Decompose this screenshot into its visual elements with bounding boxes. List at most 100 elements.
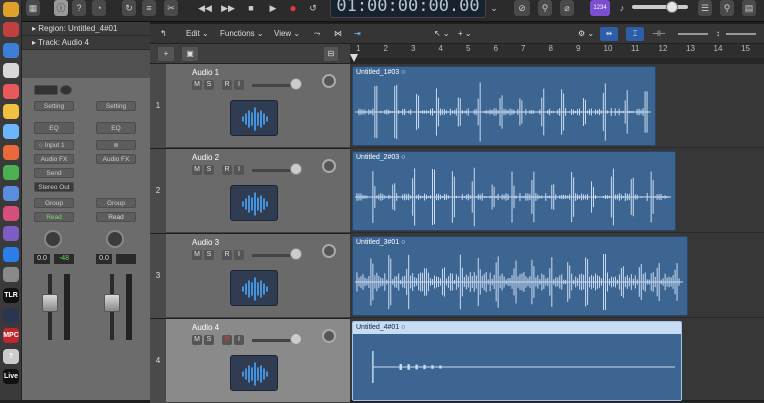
library-button[interactable]: ▦ — [26, 0, 40, 16]
track-name[interactable]: Audio 2 — [192, 153, 219, 162]
browser-icon[interactable]: ▤ — [742, 0, 756, 16]
track-header[interactable]: 1 Audio 1 MSRI — [150, 64, 350, 148]
output-button[interactable]: Stereo Out — [34, 182, 74, 192]
functions-menu[interactable]: Functions ⌄ — [220, 27, 264, 41]
list-editors-icon[interactable]: ☰ — [698, 0, 712, 16]
track-pan-knob[interactable] — [322, 244, 336, 258]
solo-button[interactable]: S — [204, 165, 214, 175]
arrange-area[interactable]: Untitled_1#03 ○ Untitled_2#03 ○ Untitled_3… — [350, 64, 764, 403]
record-enable-button[interactable]: R — [222, 250, 232, 260]
app-icon[interactable] — [3, 2, 19, 17]
help-button[interactable]: ? — [72, 0, 86, 16]
input-monitor-button[interactable]: I — [234, 250, 244, 260]
smart-controls-button[interactable]: ◔ — [92, 0, 106, 16]
automation-icon[interactable]: ⤳ — [314, 27, 320, 41]
automation-read-button[interactable]: Read — [34, 212, 74, 222]
view-menu[interactable]: View ⌄ — [274, 27, 300, 41]
bar-ruler[interactable]: 1 2 3 4 5 6 7 8 9 10 11 12 13 14 15 — [350, 44, 764, 64]
global-tracks-icon[interactable]: ⊟ — [324, 47, 338, 61]
app-icon[interactable] — [3, 63, 19, 79]
rewind-button[interactable]: ◀◀ — [198, 0, 212, 16]
track-inspector-header[interactable]: ▸ Track: Audio 4 — [22, 36, 150, 50]
zoom-vertical-icon[interactable]: ↕ — [716, 27, 720, 41]
track-lane[interactable]: Untitled_2#03 ○ — [350, 149, 764, 233]
send-button[interactable]: Send — [34, 168, 74, 178]
app-icon[interactable]: TLR — [3, 287, 19, 303]
app-icon[interactable]: Live — [3, 369, 19, 385]
track-pan-knob[interactable] — [322, 159, 336, 173]
mixer-button[interactable]: ≡ — [142, 0, 156, 16]
scissors-icon[interactable]: ✂ — [164, 0, 178, 16]
setting-button[interactable]: Setting — [34, 101, 74, 111]
track-name[interactable]: Audio 1 — [192, 68, 219, 77]
catch-playhead-icon[interactable]: ⇥ — [354, 27, 361, 41]
metronome-icon[interactable]: ♪ — [616, 0, 628, 16]
app-icon[interactable]: MPC — [3, 328, 19, 344]
app-icon[interactable] — [3, 144, 19, 160]
track-options-icon[interactable]: ▣ — [182, 47, 198, 61]
strip-slot[interactable] — [34, 85, 58, 95]
snap-icon[interactable]: ⇹ — [600, 27, 618, 41]
mute-button[interactable]: M — [192, 165, 202, 175]
play-button[interactable]: ▶ — [266, 0, 280, 16]
record-enable-button[interactable]: R — [222, 335, 232, 345]
pan-knob[interactable] — [106, 230, 124, 248]
edit-menu[interactable]: Edit ⌄ — [186, 27, 209, 41]
replace-button[interactable]: ⊘ — [514, 0, 530, 16]
mute-button[interactable]: M — [192, 335, 202, 345]
playhead-marker[interactable] — [350, 54, 358, 62]
tuner-icon[interactable]: ⚲ — [538, 0, 552, 16]
inspector-button[interactable]: ⓘ — [54, 0, 68, 16]
track-pan-knob[interactable] — [322, 74, 336, 88]
master-volume-slider[interactable] — [632, 5, 688, 9]
setting-button[interactable]: Setting — [96, 101, 136, 111]
stereo-link-icon[interactable]: ⊚ — [96, 140, 136, 150]
app-icon[interactable] — [3, 83, 19, 99]
track-lane[interactable]: Untitled_1#03 ○ — [350, 64, 764, 148]
align-icon[interactable]: ⌶ — [626, 27, 644, 41]
app-icon[interactable] — [3, 104, 19, 119]
app-icon[interactable] — [3, 22, 19, 38]
back-icon[interactable]: ↰ — [160, 27, 167, 41]
pointer-tool-icon[interactable]: ↖ ⌄ — [434, 27, 450, 41]
app-icon[interactable] — [3, 124, 19, 140]
track-lane[interactable]: Untitled_3#01 ○ — [350, 234, 764, 318]
cycle-icon[interactable]: ↻ — [122, 0, 136, 16]
pencil-tool-icon[interactable]: + ⌄ — [458, 27, 472, 41]
forward-button[interactable]: ▶▶ — [220, 0, 236, 16]
track-volume-knob[interactable] — [290, 248, 302, 260]
add-track-button[interactable]: + — [158, 47, 174, 61]
track-pan-knob[interactable] — [322, 329, 336, 343]
horizontal-zoom-slider[interactable] — [726, 33, 756, 35]
app-icon[interactable] — [3, 267, 19, 283]
volume-fader[interactable] — [104, 294, 120, 312]
track-header[interactable]: 4 Audio 4 MSRI — [150, 319, 350, 403]
track-header[interactable]: 3 Audio 3 MSRI — [150, 234, 350, 318]
eq-button[interactable]: EQ — [96, 122, 136, 134]
app-icon[interactable] — [3, 185, 19, 201]
group-button[interactable]: Group — [34, 198, 74, 208]
mute-button[interactable]: M — [192, 80, 202, 90]
audio-region[interactable]: Untitled_4#01 ○ — [352, 321, 682, 401]
track-name[interactable]: Audio 4 — [192, 323, 219, 332]
record-enable-button[interactable]: R — [222, 80, 232, 90]
solo-icon[interactable]: ⌀ — [560, 0, 574, 16]
track-volume-knob[interactable] — [290, 78, 302, 90]
track-name[interactable]: Audio 3 — [192, 238, 219, 247]
input-monitor-button[interactable]: I — [234, 335, 244, 345]
audio-region[interactable]: Untitled_3#01 ○ — [352, 236, 688, 316]
track-volume-knob[interactable] — [290, 333, 302, 345]
volume-fader[interactable] — [42, 294, 58, 312]
eq-button[interactable]: EQ — [34, 122, 74, 134]
audio-fx-button[interactable]: Audio FX — [34, 154, 74, 164]
app-icon[interactable] — [3, 226, 19, 242]
record-enable-button[interactable]: R — [222, 165, 232, 175]
mute-button[interactable]: M — [192, 250, 202, 260]
app-icon[interactable]: ? — [3, 348, 19, 364]
flex-icon[interactable]: ⋈ — [334, 27, 342, 41]
master-volume-knob[interactable] — [666, 1, 678, 13]
solo-button[interactable]: S — [204, 335, 214, 345]
app-icon[interactable] — [3, 206, 19, 221]
track-header[interactable]: 2 Audio 2 MSRI — [150, 149, 350, 233]
solo-button[interactable]: S — [204, 250, 214, 260]
